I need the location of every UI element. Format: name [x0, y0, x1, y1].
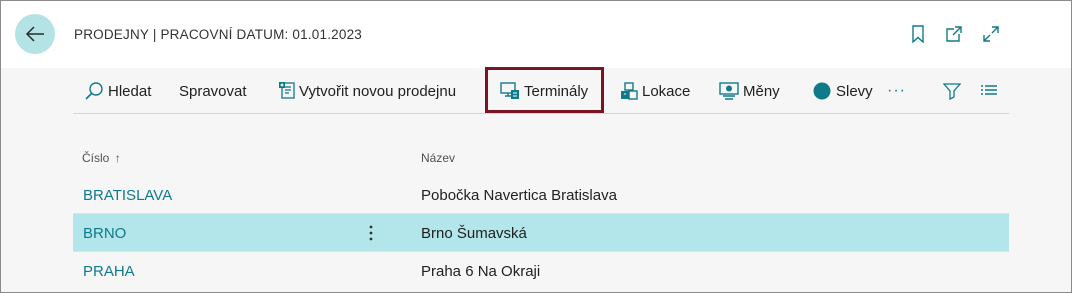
discount-circle-icon — [813, 82, 831, 100]
table-row[interactable]: BRATISLAVA Pobočka Navertica Bratislava — [73, 176, 1009, 214]
column-header-number[interactable]: Číslo ↑ — [82, 151, 121, 165]
currency-icon — [719, 82, 739, 100]
table-row[interactable]: PRAHA Praha 6 Na Okraji — [73, 252, 1009, 290]
new-store-label: Vytvořit novou prodejnu — [299, 82, 457, 100]
search-label: Hledat — [108, 82, 152, 100]
row-actions-button[interactable] — [363, 221, 379, 245]
terminal-icon — [500, 82, 519, 99]
open-new-window-button[interactable] — [944, 24, 964, 44]
bookmark-icon — [912, 25, 924, 43]
row-name: Pobočka Navertica Bratislava — [421, 187, 617, 204]
arrow-left-icon — [25, 26, 44, 42]
column-header-label: Název — [421, 151, 456, 165]
currencies-button[interactable]: Měny — [719, 81, 780, 101]
row-code-link[interactable]: PRAHA — [83, 263, 135, 280]
discounts-label: Slevy — [836, 82, 873, 100]
new-store-button[interactable]: Vytvořit novou prodejnu — [278, 81, 456, 101]
terminals-button[interactable]: Terminály — [500, 81, 588, 101]
manage-button[interactable]: Spravovat — [179, 81, 247, 101]
page-title: PRODEJNY | PRACOVNÍ DATUM: 01.01.2023 — [74, 27, 362, 42]
locations-button[interactable]: Lokace — [620, 81, 690, 101]
open-new-window-icon — [946, 26, 962, 42]
row-name: Praha 6 Na Okraji — [421, 263, 541, 280]
filter-button[interactable] — [943, 81, 961, 101]
list-icon — [981, 85, 997, 95]
row-code-link[interactable]: BRNO — [83, 225, 126, 242]
expand-button[interactable] — [981, 24, 1001, 44]
terminals-label: Terminály — [524, 82, 589, 100]
row-code-link[interactable]: BRATISLAVA — [83, 187, 172, 204]
table-row[interactable]: BRNO Brno Šumavská — [73, 214, 1009, 252]
back-button[interactable] — [15, 14, 55, 54]
page-header: PRODEJNY | PRACOVNÍ DATUM: 01.01.2023 — [1, 1, 1071, 68]
more-icon: ··· — [887, 82, 906, 99]
column-header-name[interactable]: Název — [421, 151, 455, 165]
more-actions-button[interactable]: ··· — [887, 81, 906, 101]
currencies-label: Měny — [743, 82, 780, 100]
discounts-button[interactable]: Slevy — [812, 81, 873, 101]
boxes-icon — [621, 82, 638, 100]
sort-ascending-icon: ↑ — [114, 151, 121, 165]
search-button[interactable]: Hledat — [84, 81, 151, 101]
list-view-button[interactable] — [980, 81, 998, 101]
more-vertical-icon — [369, 225, 373, 241]
filter-icon — [943, 83, 961, 100]
window-frame: PRODEJNY | PRACOVNÍ DATUM: 01.01.2023 Hl… — [0, 0, 1072, 293]
search-icon — [85, 82, 103, 100]
locations-label: Lokace — [642, 82, 691, 100]
row-name: Brno Šumavská — [421, 225, 527, 242]
content-area: Hledat Spravovat Vytvořit novou prodejnu — [1, 68, 1071, 292]
manage-label: Spravovat — [179, 82, 247, 100]
new-document-icon — [279, 82, 295, 99]
column-header-label: Číslo — [82, 151, 110, 165]
expand-icon — [983, 26, 999, 42]
bookmark-button[interactable] — [908, 24, 928, 44]
action-bar: Hledat Spravovat Vytvořit novou prodejnu — [73, 68, 1009, 114]
